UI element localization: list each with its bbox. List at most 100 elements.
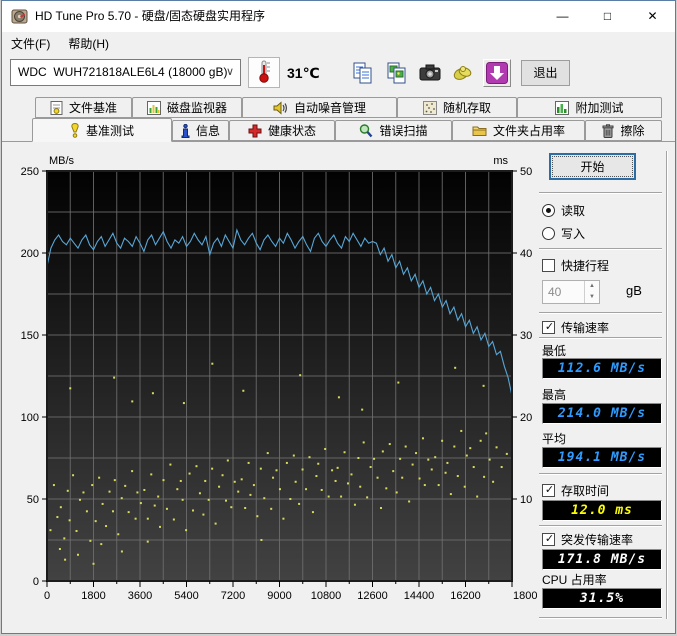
access-time-display: 12.0 ms <box>542 500 662 521</box>
drive-select-value: WDC WUH721818ALE6L4 (18000 gB) <box>18 65 228 79</box>
tab-label: 文件夹占用率 <box>492 124 565 138</box>
tab-file-benchmark[interactable]: 文件基准 <box>35 97 132 118</box>
svg-text:0: 0 <box>44 590 50 602</box>
transfer-label: 传输速率 <box>561 321 610 335</box>
tab-benchmark[interactable]: 基准测试 <box>32 118 172 142</box>
donate-button[interactable] <box>449 59 477 87</box>
divider <box>539 337 662 339</box>
tab-disk-monitor[interactable]: 磁盘监视器 <box>132 97 242 118</box>
chevron-down-icon: ∨ <box>225 66 234 78</box>
write-radio-row[interactable]: 写入 <box>542 225 585 242</box>
tab-label: 错误扫描 <box>379 124 428 138</box>
read-radio[interactable] <box>542 204 555 217</box>
temperature-button[interactable] <box>248 57 280 88</box>
svg-text:14400: 14400 <box>404 590 435 602</box>
access-time-checkbox[interactable] <box>542 484 556 497</box>
titlebar: HD Tune Pro 5.70 - 硬盘/固态硬盘实用程序 — □ ✕ <box>2 1 675 32</box>
read-radio-label: 读取 <box>561 204 586 218</box>
tab-label: 磁盘监视器 <box>166 101 227 115</box>
svg-text:50: 50 <box>27 494 39 506</box>
read-radio-row[interactable]: 读取 <box>542 202 585 219</box>
exit-button[interactable]: 退出 <box>521 60 570 86</box>
transfer-checkbox[interactable] <box>542 321 556 334</box>
camera-icon <box>419 64 441 81</box>
tab-erase[interactable]: 擦除 <box>585 120 662 141</box>
start-button[interactable]: 开始 <box>549 153 636 180</box>
burst-checkbox-row[interactable]: 突发传输速率 <box>542 531 633 548</box>
maximize-button[interactable]: □ <box>585 1 630 32</box>
info-icon <box>181 123 190 138</box>
app-icon <box>11 9 28 24</box>
screenshot-button[interactable] <box>416 59 444 87</box>
avg-label: 平均 <box>542 432 567 446</box>
copy-image-icon <box>387 62 406 84</box>
tab-label: 信息 <box>195 124 220 138</box>
svg-text:10800: 10800 <box>311 590 342 602</box>
write-radio[interactable] <box>542 227 555 240</box>
tab-label: 文件基准 <box>68 101 117 115</box>
tab-folder-usage[interactable]: 文件夹占用率 <box>452 120 585 141</box>
quick-span-stepper[interactable]: ▲ ▼ <box>584 281 599 303</box>
tab-row-1: 文件基准 磁盘监视器 自动噪音管理 随机存取 附加测试 <box>35 97 662 118</box>
file-benchmark-icon <box>50 100 63 115</box>
window-title: HD Tune Pro 5.70 - 硬盘/固态硬盘实用程序 <box>35 9 266 23</box>
copy-text-button[interactable] <box>349 59 377 87</box>
svg-text:200: 200 <box>21 248 39 260</box>
tab-random-access[interactable]: 随机存取 <box>397 97 517 118</box>
burst-label: 突发传输速率 <box>561 533 634 547</box>
minimize-button[interactable]: — <box>540 1 585 32</box>
svg-text:18000gB: 18000gB <box>513 590 537 602</box>
svg-text:ms: ms <box>493 155 508 167</box>
thermometer-icon <box>259 60 270 83</box>
tab-auto-noise[interactable]: 自动噪音管理 <box>242 97 397 118</box>
svg-text:250: 250 <box>21 166 39 178</box>
cpu-value-display: 31.5% <box>542 588 662 609</box>
svg-text:100: 100 <box>21 412 39 424</box>
quick-span-checkbox-row[interactable]: 快捷行程 <box>542 257 609 274</box>
quick-span-input[interactable] <box>548 281 580 303</box>
divider <box>539 617 662 619</box>
min-label: 最低 <box>542 344 567 358</box>
tab-row-2: 基准测试 信息 健康状态 错误扫描 文件夹占用率 擦除 <box>32 118 662 142</box>
download-arrow-icon <box>486 62 508 84</box>
tab-info[interactable]: 信息 <box>172 120 229 141</box>
toolbar: WDC WUH721818ALE6L4 (18000 gB) ∨ 31℃ 退出 <box>2 54 675 96</box>
menu-help[interactable]: 帮助(H) <box>59 32 118 55</box>
divider <box>539 525 662 527</box>
quick-span-label: 快捷行程 <box>561 259 610 273</box>
quick-span-input-wrap: ▲▼ <box>542 280 600 304</box>
svg-text:7200: 7200 <box>221 590 245 602</box>
quick-span-unit: gB <box>626 283 642 298</box>
app-window: HD Tune Pro 5.70 - 硬盘/固态硬盘实用程序 — □ ✕ 文件(… <box>1 0 676 634</box>
tab-error-scan[interactable]: 错误扫描 <box>335 120 452 141</box>
menu-file[interactable]: 文件(F) <box>2 32 59 55</box>
divider <box>539 473 662 475</box>
copy-image-button[interactable] <box>383 59 411 87</box>
menubar: 文件(F) 帮助(H) <box>2 32 675 54</box>
close-button[interactable]: ✕ <box>630 1 675 32</box>
svg-text:150: 150 <box>21 330 39 342</box>
avg-value-display: 194.1 MB/s <box>542 447 662 468</box>
transfer-checkbox-row[interactable]: 传输速率 <box>542 319 609 336</box>
folder-icon <box>472 126 487 136</box>
tab-label: 擦除 <box>620 124 645 138</box>
svg-text:40: 40 <box>520 248 532 260</box>
benchmark-icon <box>71 122 79 138</box>
access-time-label: 存取时间 <box>561 484 610 498</box>
divider <box>539 312 662 314</box>
start-button-label: 开始 <box>552 156 633 177</box>
stepper-up-icon[interactable]: ▲ <box>585 281 599 292</box>
max-value-display: 214.0 MB/s <box>542 403 662 424</box>
random-access-icon <box>422 100 437 115</box>
quick-span-checkbox[interactable] <box>542 259 555 272</box>
burst-checkbox[interactable] <box>542 533 556 546</box>
min-value-display: 112.6 MB/s <box>542 358 662 379</box>
stepper-down-icon[interactable]: ▼ <box>585 292 599 303</box>
svg-text:20: 20 <box>520 412 532 424</box>
svg-text:16200: 16200 <box>450 590 481 602</box>
update-button[interactable] <box>483 59 511 87</box>
tab-health[interactable]: 健康状态 <box>229 120 335 141</box>
tab-extra-tests[interactable]: 附加测试 <box>517 97 662 118</box>
drive-select[interactable]: WDC WUH721818ALE6L4 (18000 gB) ∨ <box>10 59 241 86</box>
access-time-checkbox-row[interactable]: 存取时间 <box>542 482 609 499</box>
